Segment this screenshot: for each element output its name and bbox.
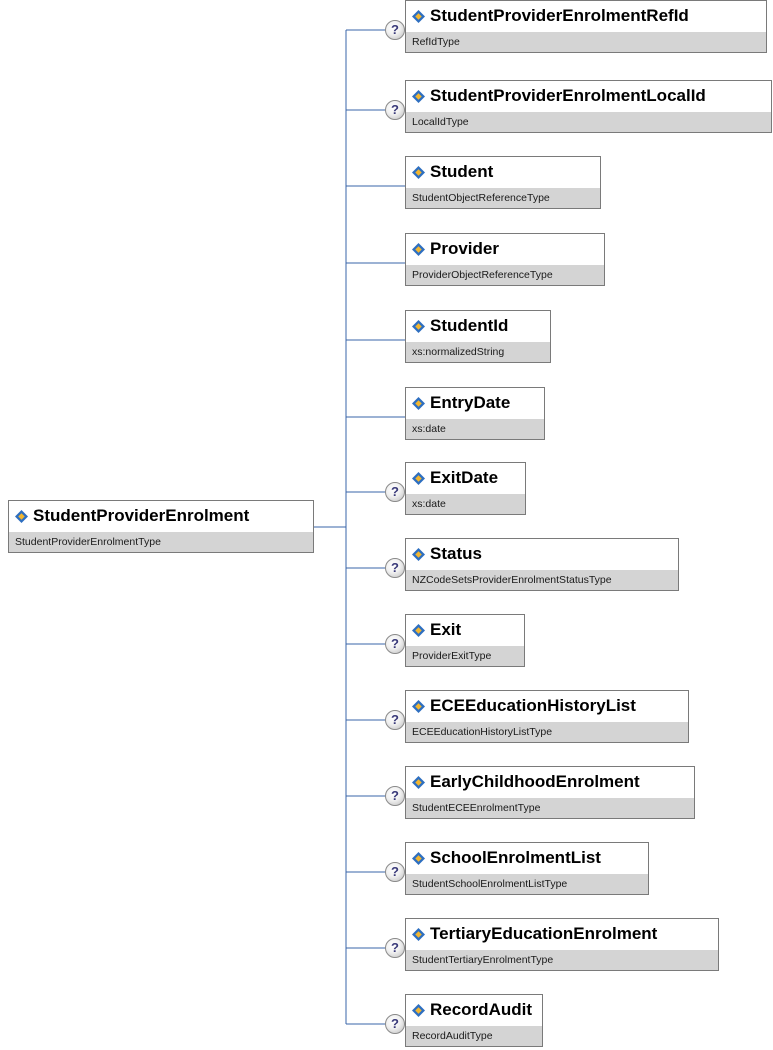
child-element-box[interactable]: EarlyChildhoodEnrolment StudentECEEnrolme… [405,766,695,819]
optional-help-icon: ? [385,634,405,654]
child-element-name: Exit [430,620,462,639]
child-element-name: StudentId [430,316,509,335]
child-element-name: SchoolEnrolmentList [430,848,601,867]
child-element-type: StudentTertiaryEnrolmentType [406,950,718,970]
element-icon [412,547,425,561]
optional-help-icon: ? [385,786,405,806]
child-element-name: Provider [430,239,499,258]
child-element-type: StudentSchoolEnrolmentListType [406,874,648,894]
child-element-name: StudentProviderEnrolmentLocalId [430,86,706,105]
root-element-type: StudentProviderEnrolmentType [9,532,313,552]
child-element-name: ExitDate [430,468,499,487]
child-element-box[interactable]: Status NZCodeSetsProviderEnrolmentStatusT… [405,538,679,591]
element-icon [412,319,425,333]
child-element-box[interactable]: EntryDate xs:date [405,387,545,440]
element-icon [412,1003,425,1017]
child-element-box[interactable]: ECEEducationHistoryList ECEEducationHisto… [405,690,689,743]
child-element-box[interactable]: Exit ProviderExitType [405,614,525,667]
child-element-type: LocalIdType [406,112,771,132]
element-icon [412,623,425,637]
optional-help-icon: ? [385,100,405,120]
child-element-type: xs:normalizedString [406,342,550,362]
child-element-type: ProviderExitType [406,646,524,666]
element-icon [412,851,425,865]
child-element-box[interactable]: RecordAudit RecordAuditType [405,994,543,1047]
child-element-type: ECEEducationHistoryListType [406,722,688,742]
optional-help-icon: ? [385,558,405,578]
optional-help-icon: ? [385,710,405,730]
child-element-name: Student [430,162,494,181]
child-element-type: NZCodeSetsProviderEnrolmentStatusType [406,570,678,590]
child-element-type: ProviderObjectReferenceType [406,265,604,285]
child-element-name: TertiaryEducationEnrolment [430,924,658,943]
element-icon [412,396,425,410]
child-element-name: EntryDate [430,393,511,412]
root-element-box[interactable]: StudentProviderEnrolment StudentProvider… [8,500,314,553]
child-element-name: RecordAudit [430,1000,532,1019]
child-element-box[interactable]: Provider ProviderObjectReferenceType [405,233,605,286]
child-element-type: xs:date [406,494,525,514]
element-icon [412,9,425,23]
element-icon [412,927,425,941]
child-element-type: StudentObjectReferenceType [406,188,600,208]
child-element-box[interactable]: Student StudentObjectReferenceType [405,156,601,209]
element-icon [412,242,425,256]
optional-help-icon: ? [385,482,405,502]
child-element-type: RecordAuditType [406,1026,542,1046]
element-icon [412,165,425,179]
root-element-name: StudentProviderEnrolment [33,506,250,525]
child-element-box[interactable]: ExitDate xs:date [405,462,526,515]
element-icon [412,89,425,103]
child-element-box[interactable]: StudentId xs:normalizedString [405,310,551,363]
child-element-name: ECEEducationHistoryList [430,696,636,715]
optional-help-icon: ? [385,20,405,40]
optional-help-icon: ? [385,1014,405,1034]
child-element-type: xs:date [406,419,544,439]
optional-help-icon: ? [385,862,405,882]
element-icon [412,699,425,713]
child-element-type: StudentECEEnrolmentType [406,798,694,818]
child-element-name: Status [430,544,482,563]
child-element-name: StudentProviderEnrolmentRefId [430,6,689,25]
child-element-box[interactable]: StudentProviderEnrolmentRefId RefIdType [405,0,767,53]
element-icon [412,775,425,789]
child-element-name: EarlyChildhoodEnrolment [430,772,640,791]
child-element-box[interactable]: StudentProviderEnrolmentLocalId LocalIdTy… [405,80,772,133]
element-icon [15,509,28,523]
optional-help-icon: ? [385,938,405,958]
child-element-type: RefIdType [406,32,766,52]
child-element-box[interactable]: TertiaryEducationEnrolment StudentTertiar… [405,918,719,971]
child-element-box[interactable]: SchoolEnrolmentList StudentSchoolEnrolmen… [405,842,649,895]
element-icon [412,471,425,485]
